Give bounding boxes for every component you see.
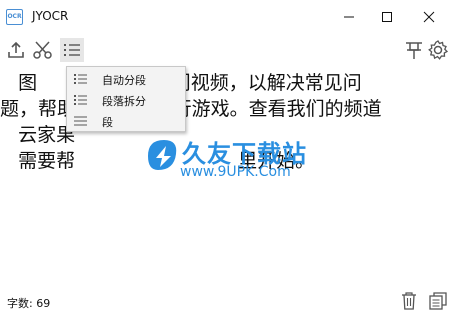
close-button[interactable] [408, 0, 450, 34]
toolbar [0, 36, 454, 66]
menu-item-split-paragraph[interactable]: 段落拆分 [67, 90, 185, 110]
watermark: 久友下载站 www.9UPK.Com [106, 134, 316, 184]
watermark-logo-icon [148, 140, 177, 170]
menu-item-label: 段 [102, 116, 113, 129]
status-bar: 字数: 69 [0, 288, 454, 314]
list-icon [74, 95, 87, 105]
delete-button[interactable] [398, 290, 420, 312]
settings-button[interactable] [426, 38, 450, 62]
maximize-icon [382, 12, 392, 22]
menu-item-label: 段落拆分 [102, 95, 146, 108]
trash-icon [402, 292, 416, 310]
watermark-url: www.9UPK.Com [180, 164, 291, 180]
char-count: 字数: 69 [7, 297, 51, 310]
format-menu: 自动分段 段落拆分 段 [66, 66, 186, 132]
title-bar: OCR JYOCR [0, 0, 454, 34]
cut-button[interactable] [31, 38, 55, 62]
upload-icon [8, 41, 24, 58]
format-button[interactable] [60, 38, 84, 62]
app-icon: OCR [6, 9, 23, 25]
copy-button[interactable] [426, 290, 450, 312]
minimize-icon [344, 16, 354, 18]
pin-button[interactable] [402, 38, 426, 62]
gear-icon [428, 40, 449, 60]
list-icon [74, 116, 87, 126]
list-icon [74, 74, 87, 84]
upload-button[interactable] [4, 38, 28, 62]
list-format-icon [64, 44, 80, 56]
copy-icon [429, 292, 447, 310]
menu-item-auto-segment[interactable]: 自动分段 [67, 69, 185, 89]
maximize-button[interactable] [366, 0, 408, 34]
close-icon [423, 11, 435, 23]
scissors-icon [33, 41, 52, 59]
menu-item-merge-paragraph[interactable]: 段 [67, 111, 185, 131]
pin-icon [406, 42, 422, 59]
window-title: JYOCR [32, 9, 69, 23]
minimize-button[interactable] [328, 0, 370, 34]
menu-item-label: 自动分段 [102, 74, 146, 87]
